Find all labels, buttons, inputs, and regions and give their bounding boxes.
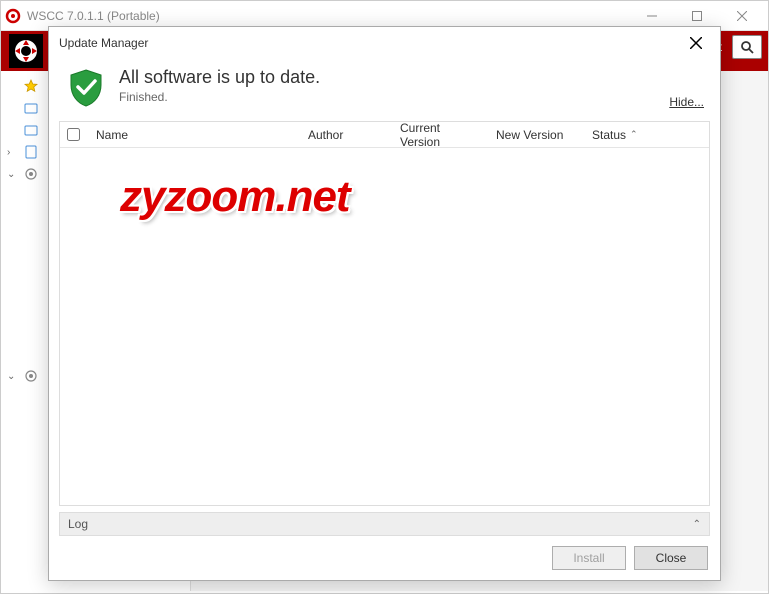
status-text: All software is up to date. Finished. [119,67,320,104]
document-icon [23,144,39,160]
main-window: WSCC 7.0.1.1 (Portable) bout [0,0,769,594]
select-all-checkbox[interactable] [67,128,80,141]
dialog-close-button[interactable] [682,29,710,57]
column-new-version[interactable]: New Version [488,122,584,147]
update-manager-dialog: Update Manager All software is up to dat… [48,26,721,581]
close-window-button[interactable] [719,2,764,30]
list-header: Name Author Current Version New Version … [60,122,709,148]
chevron-up-icon: ⌃ [693,519,701,530]
chevron-down-icon[interactable]: ⌄ [7,169,19,180]
lifebuoy-icon [9,34,43,68]
chevron-down-icon[interactable]: ⌄ [7,371,19,382]
log-label: Log [68,517,88,531]
column-status[interactable]: Status⌃ [584,122,709,147]
window-title: WSCC 7.0.1.1 (Portable) [27,9,629,23]
install-button: Install [552,546,626,570]
column-author[interactable]: Author [300,122,392,147]
column-checkbox[interactable] [60,122,88,147]
dialog-title-text: Update Manager [59,36,148,50]
status-heading: All software is up to date. [119,67,320,88]
folder-icon [23,100,39,116]
gear-icon [23,368,39,384]
status-area: All software is up to date. Finished. Hi… [49,59,720,121]
column-current-version[interactable]: Current Version [392,122,488,147]
log-panel-header[interactable]: Log ⌃ [59,512,710,536]
column-name[interactable]: Name [88,122,300,147]
search-button[interactable] [732,35,762,59]
watermark-text: zyzoom.net [120,172,350,222]
gear-icon [23,166,39,182]
shield-check-icon [65,67,107,109]
folder-icon [23,122,39,138]
dialog-button-row: Install Close [49,536,720,580]
close-button[interactable]: Close [634,546,708,570]
hide-link[interactable]: Hide... [669,95,704,109]
dialog-titlebar: Update Manager [49,27,720,59]
star-icon [23,78,39,94]
sort-ascending-icon: ⌃ [630,129,638,140]
app-icon [5,8,21,24]
status-sub: Finished. [119,90,320,104]
update-list: Name Author Current Version New Version … [59,121,710,506]
chevron-right-icon[interactable]: › [7,147,19,158]
